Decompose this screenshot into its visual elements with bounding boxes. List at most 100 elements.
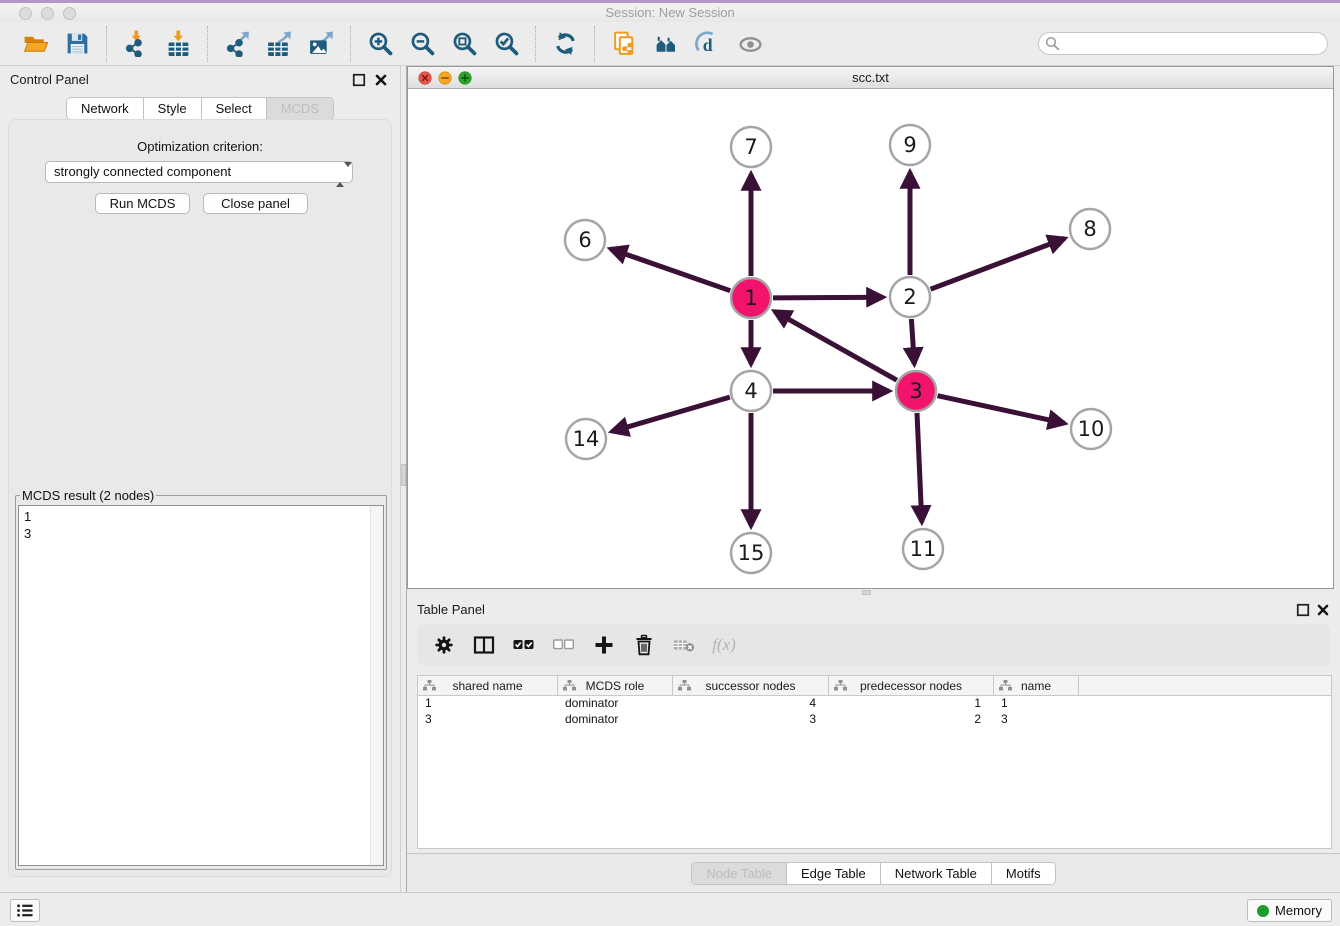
graph-edge-1-2[interactable]: [773, 297, 883, 298]
settings-gear-icon[interactable]: [431, 633, 457, 657]
duplicate-network-icon[interactable]: [607, 27, 641, 61]
criterion-dropdown[interactable]: strongly connected component: [45, 161, 353, 183]
horizontal-splitter[interactable]: [407, 589, 1340, 596]
memory-button[interactable]: Memory: [1247, 899, 1332, 922]
table-row[interactable]: 1dominator411: [418, 696, 1331, 712]
graph-node-2[interactable]: 2: [890, 277, 930, 317]
graph-edge-2-3[interactable]: [911, 319, 914, 364]
graph-edge-2-8[interactable]: [931, 239, 1065, 290]
table-cell[interactable]: dominator: [558, 696, 673, 712]
eye-icon[interactable]: [733, 27, 767, 61]
delete-column-trash-icon[interactable]: [631, 633, 657, 657]
table-tab-node-table[interactable]: Node Table: [692, 863, 786, 884]
network-window-title: scc.txt: [408, 67, 1333, 88]
network-canvas[interactable]: 7 9 6 8 1 2 4 3 14 10 15 11: [408, 89, 1333, 588]
column-header-MCDS-role[interactable]: MCDS role: [558, 676, 673, 695]
result-scrollbar[interactable]: [370, 506, 383, 865]
table-cell[interactable]: 3: [418, 712, 558, 728]
graph-node-11[interactable]: 11: [903, 529, 943, 569]
search-icon: [1045, 36, 1060, 51]
unselect-all-checkboxes-icon[interactable]: [551, 633, 577, 657]
export-table-icon[interactable]: [262, 27, 296, 61]
export-network-icon[interactable]: [220, 27, 254, 61]
tab-select[interactable]: Select: [201, 98, 266, 119]
close-panel-button[interactable]: Close panel: [203, 193, 308, 214]
svg-text:2: 2: [903, 285, 916, 309]
graph-edge-1-6[interactable]: [611, 249, 731, 291]
table-cell[interactable]: dominator: [558, 712, 673, 728]
memory-status-icon: [1257, 905, 1269, 917]
graph-node-15[interactable]: 15: [731, 533, 771, 573]
close-table-panel-icon[interactable]: [1316, 603, 1330, 617]
export-image-icon[interactable]: [304, 27, 338, 61]
horizontal-splitter-handle[interactable]: [862, 590, 871, 595]
table-tab-edge-table[interactable]: Edge Table: [786, 863, 880, 884]
table-cell[interactable]: 1: [829, 696, 994, 712]
task-history-button[interactable]: [10, 899, 40, 922]
column-header-predecessor-nodes[interactable]: predecessor nodes: [829, 676, 994, 695]
first-neighbors-icon[interactable]: [649, 27, 683, 61]
close-panel-icon[interactable]: [374, 73, 388, 87]
table-cell[interactable]: 4: [673, 696, 829, 712]
split-columns-icon[interactable]: [471, 633, 497, 657]
zoom-selected-icon[interactable]: [489, 27, 523, 61]
graph-edge-3-11[interactable]: [917, 413, 922, 522]
graph-node-3[interactable]: 3: [896, 371, 936, 411]
vertical-splitter[interactable]: [400, 66, 407, 892]
graph-node-14[interactable]: 14: [566, 419, 606, 459]
table-row[interactable]: 3dominator323: [418, 712, 1331, 728]
table-tab-network-table[interactable]: Network Table: [880, 863, 991, 884]
mcds-result-textarea[interactable]: 1 3: [18, 505, 384, 866]
open-file-icon[interactable]: [18, 27, 52, 61]
table-cell[interactable]: 3: [673, 712, 829, 728]
svg-text:14: 14: [573, 427, 600, 451]
svg-text:6: 6: [578, 228, 591, 252]
add-column-icon[interactable]: [591, 633, 617, 657]
graph-node-6[interactable]: 6: [565, 220, 605, 260]
dictionary-d-icon[interactable]: d: [691, 27, 725, 61]
tab-style[interactable]: Style: [143, 98, 201, 119]
graph-edge-3-10[interactable]: [938, 396, 1065, 424]
network-zoom-button[interactable]: [458, 71, 472, 85]
zoom-in-icon[interactable]: [363, 27, 397, 61]
graph-node-9[interactable]: 9: [890, 125, 930, 165]
float-table-panel-icon[interactable]: [1296, 603, 1310, 617]
refresh-layout-icon[interactable]: [548, 27, 582, 61]
column-header-name[interactable]: name: [994, 676, 1079, 695]
tab-network[interactable]: Network: [67, 98, 143, 119]
table-cell[interactable]: 1: [994, 696, 1079, 712]
graph-edge-3-1[interactable]: [775, 311, 897, 380]
graph-edge-4-14[interactable]: [612, 397, 730, 431]
table-cell[interactable]: 3: [994, 712, 1079, 728]
run-mcds-button[interactable]: Run MCDS: [95, 193, 190, 214]
import-table-icon[interactable]: [161, 27, 195, 61]
column-header-successor-nodes[interactable]: successor nodes: [673, 676, 829, 695]
select-all-checkboxes-icon[interactable]: [511, 633, 537, 657]
table-panel: Table Panel f(x) shared nameMCDS rolesuc…: [407, 596, 1340, 892]
window-close-button[interactable]: [19, 7, 32, 20]
search-input[interactable]: [1038, 32, 1328, 55]
graph-node-4[interactable]: 4: [731, 371, 771, 411]
table-cell[interactable]: 1: [418, 696, 558, 712]
float-panel-icon[interactable]: [352, 73, 366, 87]
graph-node-10[interactable]: 10: [1071, 409, 1111, 449]
graph-node-8[interactable]: 8: [1070, 209, 1110, 249]
vertical-splitter-handle[interactable]: [401, 464, 406, 486]
svg-text:9: 9: [903, 133, 916, 157]
column-header-shared-name[interactable]: shared name: [418, 676, 558, 695]
control-panel-title: Control Panel: [10, 72, 89, 87]
import-network-icon[interactable]: [119, 27, 153, 61]
graph-node-7[interactable]: 7: [731, 127, 771, 167]
tab-mcds[interactable]: MCDS: [266, 98, 333, 119]
window-zoom-button[interactable]: [63, 7, 76, 20]
window-minimize-button[interactable]: [41, 7, 54, 20]
network-minimize-button[interactable]: [438, 71, 452, 85]
table-tab-motifs[interactable]: Motifs: [991, 863, 1055, 884]
zoom-out-icon[interactable]: [405, 27, 439, 61]
network-view-window: scc.txt 7 9 6 8 1 2 4 3 14 10 15 11: [407, 66, 1334, 589]
graph-node-1[interactable]: 1: [731, 278, 771, 318]
zoom-fit-icon[interactable]: [447, 27, 481, 61]
table-cell[interactable]: 2: [829, 712, 994, 728]
network-close-button[interactable]: [418, 71, 432, 85]
save-session-icon[interactable]: [60, 27, 94, 61]
